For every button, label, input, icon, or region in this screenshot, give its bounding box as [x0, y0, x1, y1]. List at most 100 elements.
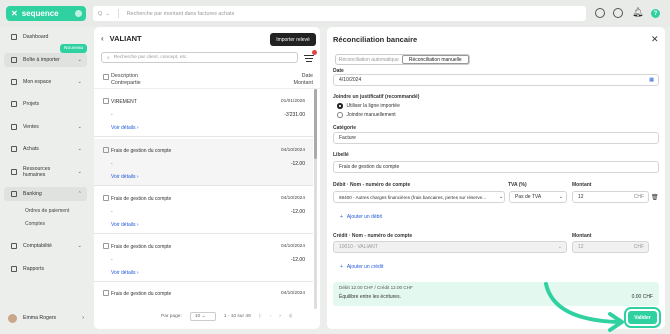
date-field[interactable]: 4/10/2024 ▦: [333, 74, 659, 86]
row-checkbox[interactable]: [103, 98, 109, 104]
credit-label: Crédit · Nom - numéro de compte: [333, 233, 413, 239]
search-icon: ⌕: [107, 55, 110, 61]
person-icon: [11, 79, 17, 85]
brand-name: sequence: [21, 9, 59, 18]
clock-icon[interactable]: [613, 8, 623, 18]
row-checkbox[interactable]: [103, 290, 109, 296]
tab-automatic[interactable]: Réconciliation automatique: [336, 55, 402, 64]
row-checkbox[interactable]: [103, 243, 109, 249]
sidebar-item-ventes[interactable]: Ventes ⌄: [4, 120, 87, 134]
table-header: Description Contrepartie Date Montant: [94, 69, 320, 89]
radio-empty-icon: [337, 112, 343, 118]
radio-selected-icon: [337, 103, 343, 109]
sidebar-item-rh[interactable]: Ressources humaines ⌄: [4, 165, 87, 179]
prev-page-icon[interactable]: ‹: [270, 314, 272, 319]
row-checkbox[interactable]: [103, 195, 109, 201]
filter-icon[interactable]: [304, 54, 314, 62]
filter-count-badge: [312, 50, 317, 55]
see-details-link[interactable]: Voir détails ›: [111, 125, 139, 131]
see-details-link[interactable]: Voir détails ›: [111, 270, 139, 276]
row-checkbox[interactable]: [103, 147, 109, 153]
user-menu[interactable]: Emma Rogers ›: [8, 311, 88, 325]
tab-manual[interactable]: Réconciliation manuelle: [401, 55, 469, 64]
back-icon[interactable]: ‹: [101, 34, 104, 43]
ledger-icon: [11, 243, 17, 249]
debit-account-select[interactable]: 69400 - Autres charges financières (frai…: [333, 191, 505, 203]
delete-line-icon[interactable]: 🗑︎: [651, 194, 659, 201]
table-row[interactable]: Frais de gestion du compte 04/10/2024 - …: [94, 187, 313, 234]
debit-label: Débit · Nom - numéro de compte: [333, 182, 411, 188]
chevron-down-icon: ⌄: [105, 10, 110, 17]
select-all-checkbox[interactable]: [103, 74, 109, 80]
table-row[interactable]: Frais de gestion du compte 04/10/2024: [94, 283, 313, 303]
list-scrollbar[interactable]: [314, 89, 317, 309]
transaction-search-input[interactable]: ⌕ Recherche par client, concept, etc.: [101, 52, 298, 63]
summary-status: Équilibre entre les écritures.: [339, 294, 401, 300]
row-amount: -12.00: [290, 209, 305, 215]
add-credit-button[interactable]: + Ajouter un crédit: [340, 264, 383, 270]
chevron-down-icon: ⌄: [558, 194, 563, 200]
logo-mark-icon: ✕: [11, 9, 18, 18]
row-label: Frais de gestion du compte: [111, 196, 172, 202]
radio-attach-manually[interactable]: Joindre manuellement: [337, 112, 396, 118]
sidebar-item-achats[interactable]: Achats ⌄: [4, 142, 87, 156]
table-row[interactable]: Frais de gestion du compte 04/10/2024 - …: [94, 235, 313, 282]
table-row[interactable]: Frais de gestion du compte 04/10/2024 - …: [94, 139, 313, 186]
import-statement-button[interactable]: Importer relevé: [270, 33, 316, 46]
row-date: 04/10/2024: [280, 244, 305, 249]
first-page-icon[interactable]: |‹: [259, 314, 262, 319]
sidebar-item-rapports[interactable]: Rapports: [4, 262, 87, 276]
transactions-panel: ‹ VALIANT Importer relevé ⌕ Recherche pa…: [94, 27, 320, 329]
row-label: Frais de gestion du compte: [111, 148, 172, 154]
radio-use-imported-line[interactable]: Utiliser la ligne importée: [337, 103, 400, 109]
next-page-icon[interactable]: ›: [279, 314, 281, 319]
cart-icon: [11, 146, 17, 152]
amount-label: Montant: [572, 182, 592, 188]
chevron-down-icon: ⌄: [77, 79, 82, 85]
libelle-input[interactable]: Frais de gestion du compte: [333, 161, 659, 173]
sidebar-item-mon-espace[interactable]: Mon espace ⌄: [4, 75, 87, 89]
row-counterpart: -: [111, 161, 113, 167]
per-page-select[interactable]: 10 ⌄: [189, 312, 216, 321]
see-details-link[interactable]: Voir détails ›: [111, 222, 139, 228]
debit-amount-input[interactable]: 12 CHF: [572, 191, 649, 203]
bell-icon[interactable]: 🔔︎: [632, 7, 643, 18]
chevron-down-icon: ⌄: [77, 124, 82, 130]
row-counterpart: -: [111, 112, 113, 118]
last-page-icon[interactable]: ›|: [289, 314, 292, 319]
category-select[interactable]: Facture: [333, 132, 659, 144]
vat-select[interactable]: Pas de TVA ⌄: [509, 191, 567, 203]
sidebar-subitem-comptes[interactable]: Comptes: [25, 221, 45, 227]
row-label: Frais de gestion du compte: [111, 244, 172, 250]
add-icon[interactable]: [595, 8, 605, 18]
see-details-link[interactable]: Voir détails ›: [111, 174, 139, 180]
chevron-down-icon: ⌄: [77, 57, 82, 63]
global-search[interactable]: Q ⌄ Recherche par montant dans factures …: [93, 6, 586, 21]
plus-icon: +: [340, 214, 343, 220]
row-amount: -3'231.00: [284, 112, 305, 118]
search-scope[interactable]: Q: [98, 11, 102, 17]
brand-logo[interactable]: ✕ sequence: [6, 6, 86, 21]
add-debit-button[interactable]: + Ajouter un débit: [340, 214, 382, 220]
libelle-label: Libellé: [333, 152, 349, 158]
sidebar-subitem-ordres[interactable]: Ordres de paiement: [25, 208, 69, 214]
page-range: 1 - 10 sur 49: [223, 314, 251, 319]
sidebar-item-dashboard[interactable]: Dashboard: [4, 30, 87, 44]
table-row[interactable]: VIREMENT 01/01/2026 - -3'231.00 Voir dét…: [94, 90, 313, 137]
header-description: Description: [111, 73, 138, 79]
chevron-down-icon: ⌄: [557, 244, 562, 250]
people-icon: [11, 169, 17, 175]
row-amount: -12.00: [290, 257, 305, 263]
row-label: VIREMENT: [111, 99, 137, 105]
header-amount: Montant: [293, 80, 313, 86]
validate-button[interactable]: Valider: [624, 307, 661, 328]
close-icon[interactable]: ✕: [651, 34, 659, 45]
sidebar-item-comptabilite[interactable]: Comptabilité ⌄: [4, 239, 87, 253]
help-icon[interactable]: ?: [651, 9, 660, 18]
calendar-icon[interactable]: ▦: [649, 77, 654, 83]
chevron-up-icon: ⌃: [77, 191, 82, 197]
home-icon: [11, 34, 17, 40]
sidebar-item-inbox[interactable]: Boîte à importer ⌄: [4, 53, 87, 67]
sidebar-item-banking[interactable]: Banking ⌃: [4, 187, 87, 201]
sidebar-item-projets[interactable]: Projets: [4, 97, 87, 111]
